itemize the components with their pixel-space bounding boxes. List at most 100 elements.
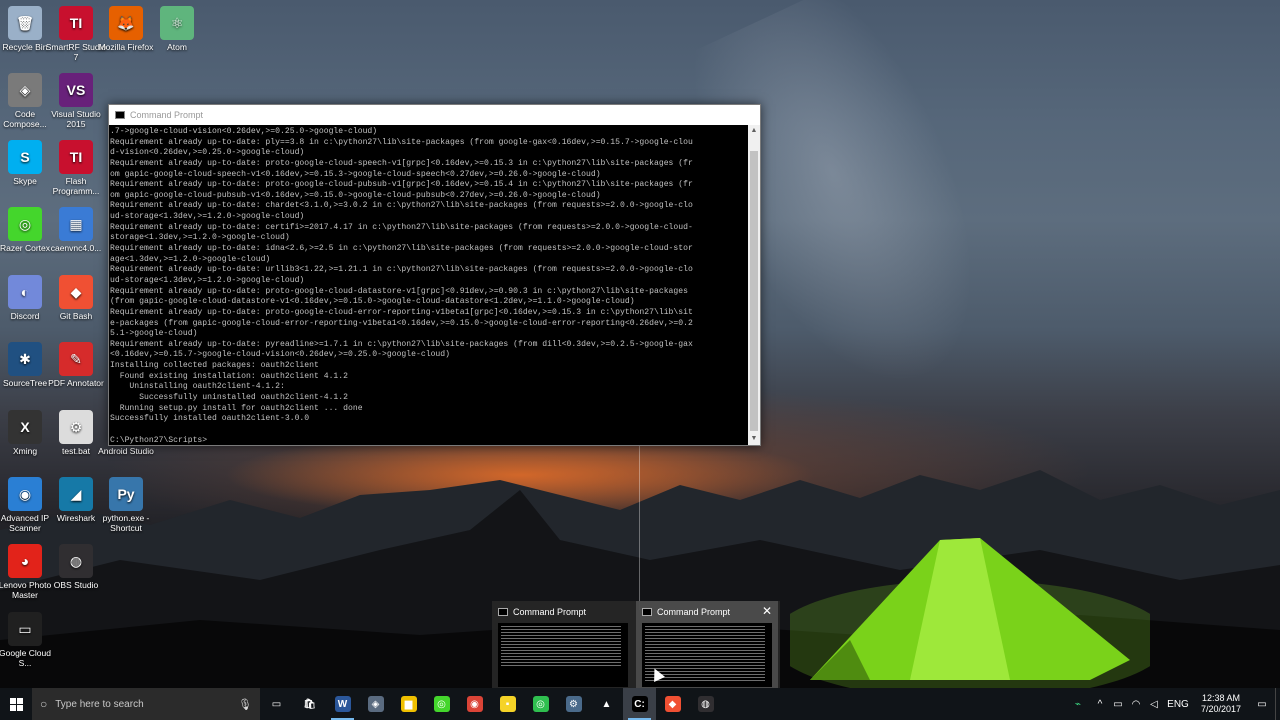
clock-date: 7/20/2017 [1200, 704, 1242, 714]
taskbar-app-word[interactable]: W [326, 688, 359, 720]
command-prompt-icon [498, 608, 508, 616]
desktop-icon[interactable]: ▦ caenvnc4.0... [45, 207, 107, 253]
console-line: e-packages (from gapic-google-cloud-erro… [110, 318, 693, 328]
show-desktop-button[interactable] [1275, 688, 1280, 720]
file-explorer-icon: ▆ [400, 696, 417, 712]
command-prompt-window[interactable]: Command Prompt .7->google-cloud-vision<0… [108, 104, 761, 446]
taskbar-app-git-bash[interactable]: ◆ [656, 688, 689, 720]
notifications-icon[interactable]: ▭ [1249, 699, 1275, 710]
console-output[interactable]: .7->google-cloud-vision<0.26dev,>=0.25.0… [109, 125, 749, 445]
taskbar-app-settings-tool[interactable]: ⚙ [557, 688, 590, 720]
desktop-icon[interactable]: ◍ OBS Studio [45, 544, 107, 590]
scroll-up-arrow-icon[interactable]: ▲ [748, 125, 760, 137]
start-button[interactable] [0, 688, 32, 720]
console-line: .7->google-cloud-vision<0.26dev,>=0.25.0… [110, 127, 378, 136]
desktop-icon[interactable]: ◆ Git Bash [45, 275, 107, 321]
unknown-app-icon: ◈ [367, 696, 384, 712]
desktop-icon[interactable]: ⚛ Atom [146, 6, 208, 52]
console-line: Requirement already up-to-date: certifi>… [110, 222, 693, 232]
code-composer-icon: ◈ [8, 73, 42, 107]
console-line: ud-storage<1.3dev,>=1.2.0->google-cloud) [110, 275, 305, 285]
caen-icon: ▦ [59, 207, 93, 241]
taskbar-app-razer-synapse[interactable]: ◎ [524, 688, 557, 720]
wireshark-icon: ◢ [59, 477, 93, 511]
monitor-app-tray-icon[interactable]: ⌁ [1065, 699, 1091, 710]
console-line: d-vision<0.26dev,>=0.25.0->google-cloud) [110, 148, 305, 158]
chevron-up-icon[interactable]: ^ [1091, 699, 1109, 710]
search-box[interactable]: ○ Type here to search 🎙 [32, 688, 260, 720]
lenovo-photo-master-icon: ◕ [8, 544, 42, 578]
clock[interactable]: 12:38 AM 7/20/2017 [1193, 693, 1249, 715]
desktop-icon[interactable]: ✎ PDF Annotator [45, 342, 107, 388]
language-indicator[interactable]: ENG [1163, 699, 1193, 710]
desktop-icon-label: Git Bash [59, 311, 93, 321]
pdf-annotator-icon: ✎ [59, 342, 93, 376]
wifi-icon[interactable]: ◠ [1127, 699, 1145, 710]
scroll-down-arrow-icon[interactable]: ▼ [748, 433, 760, 445]
microphone-icon[interactable]: 🎙 [238, 698, 252, 711]
smartrf-icon: TI [59, 6, 93, 40]
python-icon: Py [109, 477, 143, 511]
desktop-icon[interactable]: Py python.exe - Shortcut [95, 477, 157, 533]
console-line: Successfully uninstalled oauth2client-4.… [110, 393, 348, 403]
google-cloud-sdk-icon: ▭ [8, 612, 42, 646]
taskbar-app-store[interactable]: 🛍 [293, 688, 326, 720]
tent [790, 538, 1150, 690]
light-streak [639, 440, 640, 610]
taskbar-app-photos[interactable]: ▲ [590, 688, 623, 720]
console-line: Requirement already up-to-date: pyreadli… [110, 339, 693, 349]
console-line: Requirement already up-to-date: proto-go… [110, 158, 693, 168]
taskbar-app-unknown-app[interactable]: ◈ [359, 688, 392, 720]
console-line: Requirement already up-to-date: proto-go… [110, 307, 693, 317]
razer-cortex-icon: ◎ [8, 207, 42, 241]
console-line: ud-storage<1.3dev,>=1.2.0->google-cloud) [110, 212, 305, 222]
preview-title: Command Prompt [513, 607, 587, 617]
system-tray: ⌁ ^ ▭ ◠ ◁ ENG 12:38 AM 7/20/2017 ▭ [1065, 688, 1280, 720]
photos-icon: ▲ [598, 696, 615, 712]
desktop-icon-label: Visual Studio 2015 [51, 109, 101, 129]
taskbar-app-task-view[interactable]: ▭ [260, 688, 293, 720]
scrollbar-thumb[interactable] [750, 151, 758, 431]
preview-title: Command Prompt [657, 607, 731, 617]
console-line: Requirement already up-to-date: chardet<… [110, 201, 693, 211]
chrome-icon: ◉ [466, 696, 483, 712]
taskbar-thumbnail-preview: Command Prompt Command Prompt ✕ [492, 601, 780, 688]
taskbar-app-obs-studio[interactable]: ◍ [689, 688, 722, 720]
taskbar-app-razer-cortex[interactable]: ◎ [425, 688, 458, 720]
preview-card-1[interactable]: Command Prompt [492, 601, 634, 688]
taskbar-app-file-explorer[interactable]: ▆ [392, 688, 425, 720]
close-icon[interactable]: ✕ [760, 604, 774, 618]
taskbar-apps: ▭ 🛍 W ◈ ▆ ◎ ◉ ▪ ◎ ⚙ ▲ C: ◆ ◍ [260, 688, 722, 720]
console-line: Uninstalling oauth2client-4.1.2: [110, 382, 285, 392]
recycle-bin-icon: 🗑 [8, 6, 42, 40]
console-line: 5.1->google-cloud) [110, 329, 198, 339]
desktop-icon[interactable]: ▭ Google Cloud S... [0, 612, 56, 668]
desktop-icon-label: Google Cloud S... [0, 648, 51, 668]
preview-screen [498, 623, 628, 687]
desktop-icon-label: python.exe - Shortcut [102, 513, 150, 533]
taskbar-app-command-prompt[interactable]: C: [623, 688, 656, 720]
console-line: age<1.3dev,>=1.2.0->google-cloud) [110, 254, 271, 264]
taskbar-app-sticky-notes[interactable]: ▪ [491, 688, 524, 720]
window-title: Command Prompt [130, 110, 204, 120]
command-prompt-icon: C: [631, 696, 648, 712]
battery-icon[interactable]: ▭ [1109, 699, 1127, 710]
taskbar-app-chrome[interactable]: ◉ [458, 688, 491, 720]
desktop-icon[interactable]: TI Flash Programm... [45, 140, 107, 196]
atom-icon: ⚛ [160, 6, 194, 40]
desktop-icon[interactable]: VS Visual Studio 2015 [45, 73, 107, 129]
flash-programmer-icon: TI [59, 140, 93, 174]
vertical-scrollbar[interactable]: ▲ ▼ [748, 125, 760, 445]
desktop-icon-label: Flash Programm... [52, 176, 100, 196]
console-line: Requirement already up-to-date: proto-go… [110, 180, 693, 190]
console-line: Requirement already up-to-date: urllib3<… [110, 265, 693, 275]
volume-icon[interactable]: ◁ [1145, 699, 1163, 710]
window-titlebar[interactable]: Command Prompt [109, 105, 760, 125]
console-line: om gapic-google-cloud-pubsub-v1<0.16dev,… [110, 190, 601, 200]
console-line: Requirement already up-to-date: idna<2.6… [110, 244, 693, 254]
store-icon: 🛍 [301, 696, 318, 712]
console-line: Requirement already up-to-date: ply==3.8… [110, 137, 693, 147]
obs-studio-icon: ◍ [697, 696, 714, 712]
console-line: Successfully installed oauth2client-3.0.… [110, 414, 310, 424]
